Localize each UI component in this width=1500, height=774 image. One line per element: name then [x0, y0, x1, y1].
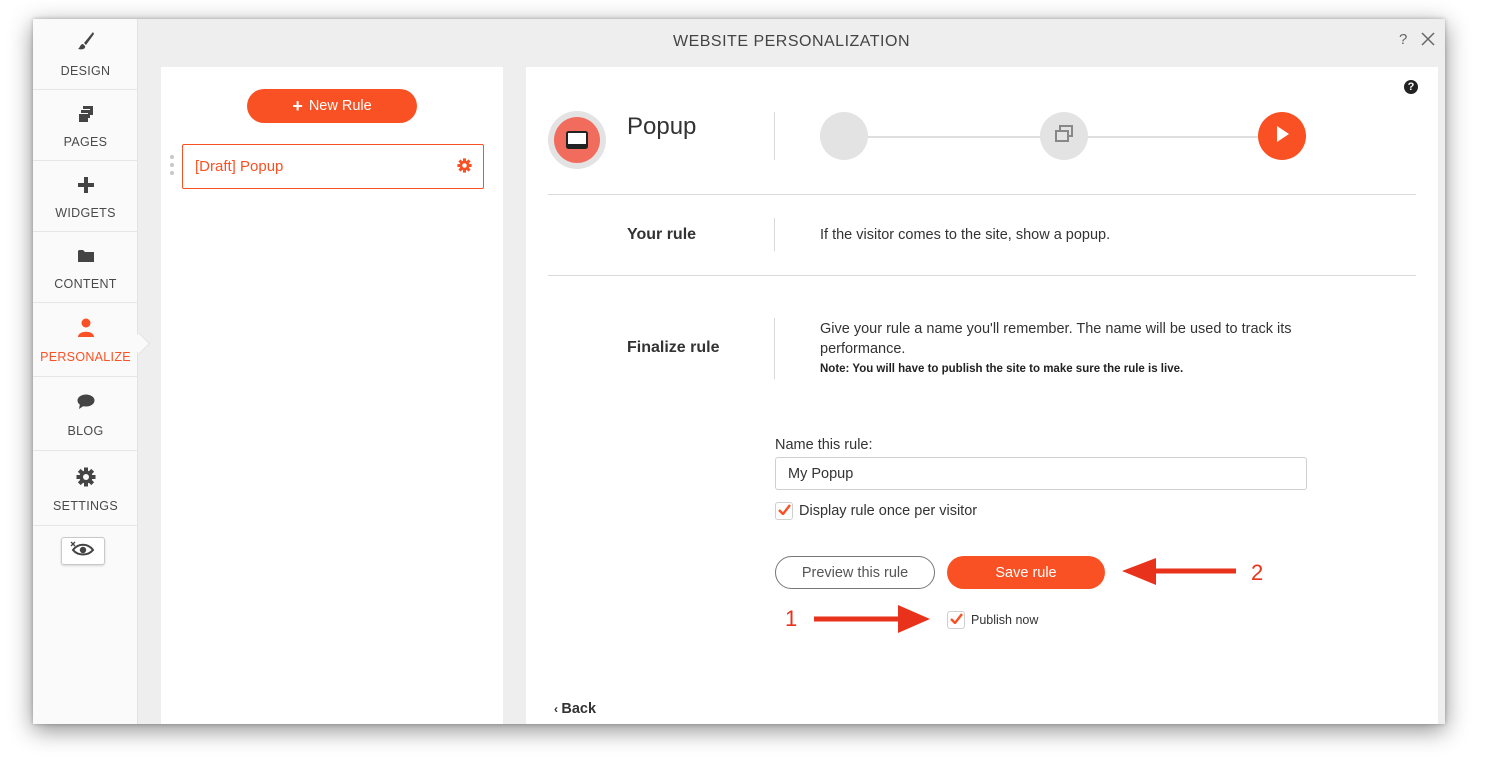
sidebar-item-settings[interactable]: SETTINGS — [33, 451, 138, 526]
gear-icon — [33, 467, 138, 487]
sidebar-item-content[interactable]: CONTENT — [33, 232, 138, 303]
step-3[interactable] — [1258, 112, 1306, 160]
rule-name-input[interactable] — [775, 457, 1307, 490]
window-title: WEBSITE PERSONALIZATION — [672, 33, 910, 50]
help-circle-icon[interactable]: ? — [1404, 80, 1418, 94]
sidebar-item-label: SETTINGS — [53, 499, 118, 513]
rule-type-badge — [548, 111, 606, 169]
divider — [548, 194, 1416, 195]
back-label: Back — [561, 701, 597, 717]
publish-now-label: Publish now — [971, 613, 1039, 627]
rule-list-item[interactable]: [Draft] Popup — [182, 144, 484, 189]
sidebar-item-label: WIDGETS — [55, 206, 116, 220]
help-link[interactable]: ? — [1399, 31, 1407, 48]
sidebar-item-label: BLOG — [67, 424, 104, 438]
drag-handle-icon[interactable] — [170, 155, 174, 179]
sidebar-item-label: PERSONALIZE — [40, 350, 131, 364]
step-1[interactable] — [820, 112, 868, 160]
chat-bubble-icon — [33, 394, 138, 410]
divider — [774, 112, 775, 160]
display-once-checkbox[interactable] — [775, 502, 793, 520]
divider — [774, 218, 775, 251]
rules-panel: + New Rule [Draft] Popup — [161, 67, 503, 724]
save-rule-button[interactable]: Save rule — [947, 556, 1105, 589]
person-icon — [33, 318, 138, 338]
left-sidebar: DESIGN PAGES WIDGETS CONTENT PERSONALIZE — [33, 19, 138, 724]
annotation-arrow-1 — [812, 602, 934, 641]
rule-name: [Draft] Popup — [195, 158, 284, 175]
eye-preview-icon — [70, 541, 96, 562]
sidebar-item-label: PAGES — [63, 135, 108, 149]
your-rule-label: Your rule — [627, 226, 697, 243]
sidebar-item-blog[interactable]: BLOG — [33, 377, 138, 451]
checkmark-icon — [777, 502, 791, 520]
publish-now-checkbox[interactable] — [947, 611, 965, 629]
finalize-note: Note: You will have to publish the site … — [820, 363, 1184, 375]
divider — [548, 275, 1416, 276]
close-icon[interactable] — [1421, 32, 1435, 51]
sidebar-item-personalize[interactable]: PERSONALIZE — [33, 303, 138, 377]
annotation-number-1: 1 — [785, 606, 798, 631]
brush-icon — [33, 31, 138, 51]
step-2[interactable] — [1040, 112, 1088, 160]
popup-window-icon — [554, 117, 600, 163]
display-once-label: Display rule once per visitor — [799, 503, 978, 519]
divider — [774, 318, 775, 379]
stepper-connector — [845, 136, 1041, 138]
sidebar-item-design[interactable]: DESIGN — [33, 19, 138, 90]
plus-icon — [33, 176, 138, 194]
rule-description: If the visitor comes to the site, show a… — [820, 227, 1111, 243]
finalize-rule-label: Finalize rule — [627, 339, 720, 356]
popup-window-icon — [1054, 124, 1074, 148]
sidebar-item-label: CONTENT — [54, 277, 117, 291]
preview-rule-button[interactable]: Preview this rule — [775, 556, 935, 589]
annotation-number-2: 2 — [1251, 560, 1264, 585]
back-link[interactable]: ‹ Back — [554, 701, 596, 717]
app-window: DESIGN PAGES WIDGETS CONTENT PERSONALIZE — [33, 19, 1445, 724]
annotation-arrow-2 — [1118, 556, 1238, 593]
preview-toggle-button[interactable] — [61, 537, 105, 565]
stepper-connector — [1065, 136, 1261, 138]
name-rule-label: Name this rule: — [775, 437, 873, 453]
folder-icon — [33, 249, 138, 263]
new-rule-button[interactable]: + New Rule — [247, 89, 417, 123]
new-rule-label: New Rule — [308, 98, 372, 114]
plus-icon: + — [292, 96, 303, 116]
pages-icon — [33, 105, 138, 123]
rule-settings-gear-icon[interactable] — [457, 158, 472, 178]
sidebar-item-label: DESIGN — [60, 64, 111, 78]
sidebar-item-pages[interactable]: PAGES — [33, 90, 138, 161]
play-icon — [1274, 125, 1290, 148]
finalize-description: Give your rule a name you'll remember. T… — [820, 321, 1292, 357]
sidebar-item-widgets[interactable]: WIDGETS — [33, 161, 138, 232]
rule-editor-panel: ? Popup Your rule If the visitor comes t… — [526, 67, 1438, 724]
page-title: Popup — [627, 113, 697, 140]
checkmark-icon — [949, 611, 963, 629]
